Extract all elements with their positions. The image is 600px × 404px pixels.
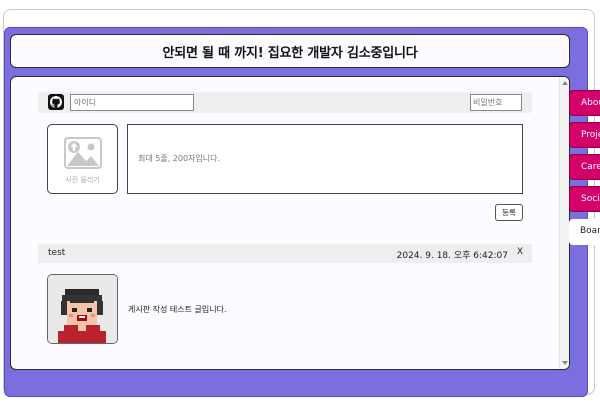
side-tab-social[interactable]: Social	[569, 186, 600, 212]
github-icon[interactable]	[48, 94, 64, 110]
scrollbar[interactable]	[559, 77, 569, 369]
post-image	[47, 274, 118, 344]
id-input[interactable]	[70, 94, 194, 111]
password-input[interactable]	[470, 94, 522, 111]
post-body: 게시판 작성 테스트 글입니다.	[128, 305, 227, 314]
post-content-input[interactable]	[127, 124, 523, 194]
photo-upload-button[interactable]: 사진 올리기	[47, 124, 118, 194]
side-tab-career[interactable]: Career	[569, 154, 600, 180]
post-timestamp: 2024. 9. 18. 오후 6:42:07	[396, 251, 508, 261]
side-tab-board[interactable]: Board	[569, 219, 600, 245]
photo-upload-label: 사진 올리기	[65, 176, 100, 184]
side-tab-projects[interactable]: Projects	[569, 122, 600, 148]
pixel-avatar-icon	[48, 275, 117, 343]
post-author: test	[48, 248, 66, 258]
login-row	[38, 92, 532, 113]
page-title: 안되면 될 때 까지! 집요한 개발자 김소중입니다	[162, 45, 418, 61]
delete-post-button[interactable]: X	[517, 247, 523, 257]
side-tab-about[interactable]: About	[569, 90, 600, 116]
scroll-up-icon[interactable]	[562, 81, 568, 85]
header-banner: 안되면 될 때 까지! 집요한 개발자 김소중입니다	[10, 34, 570, 68]
scroll-down-icon[interactable]	[562, 361, 568, 365]
board-panel: 사진 올리기 등록 test 2024. 9. 18. 오후 6:42:07 X	[10, 76, 570, 370]
image-upload-icon	[63, 137, 102, 169]
board-scroll-area[interactable]: 사진 올리기 등록 test 2024. 9. 18. 오후 6:42:07 X	[11, 77, 559, 369]
post-header: test 2024. 9. 18. 오후 6:42:07 X	[38, 244, 532, 263]
submit-button[interactable]: 등록	[495, 204, 523, 221]
